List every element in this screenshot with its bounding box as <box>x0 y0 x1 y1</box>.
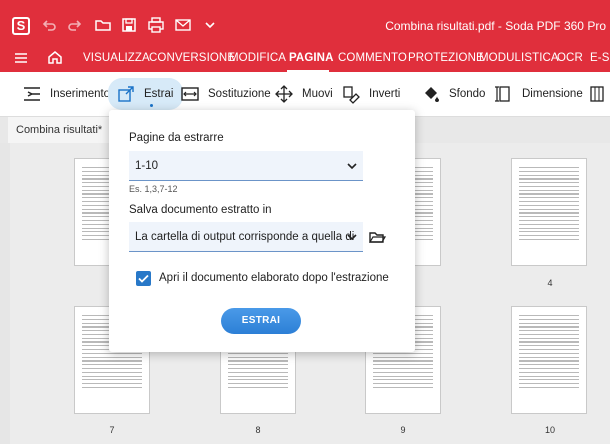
replace-label: Sostituzione <box>208 88 271 100</box>
menu-bar: VISUALIZZA CONVERSIONE MODIFICA PAGINA C… <box>0 44 610 72</box>
paint-bucket-icon <box>425 87 439 102</box>
title-bar: S Combina risultati.pdf - Soda PDF 360 P… <box>0 0 610 44</box>
size-tool[interactable]: Dimensione <box>494 80 583 108</box>
mail-icon[interactable] <box>174 16 194 36</box>
undo-icon[interactable] <box>40 16 60 36</box>
page-number: 7 <box>109 425 115 435</box>
document-tab[interactable]: Combina risultati* <box>8 117 112 143</box>
hamburger-icon[interactable] <box>12 49 32 69</box>
replace-icon <box>181 87 199 101</box>
menu-commento[interactable]: COMMENTO <box>338 52 407 64</box>
page-number: 10 <box>544 425 555 435</box>
menu-conversione[interactable]: CONVERSIONE <box>149 52 235 64</box>
pages-label: Pagine da estrarre <box>129 132 224 144</box>
page-number: 9 <box>400 425 406 435</box>
background-tool[interactable]: Sfondo <box>421 80 485 108</box>
extract-tool[interactable]: Estrai <box>108 78 184 110</box>
page-layout-icon <box>590 86 604 102</box>
pages-input[interactable]: 1-10 <box>129 151 363 181</box>
insert-tool[interactable]: Inserimento <box>22 80 110 108</box>
window-title: Combina risultati.pdf - Soda PDF 360 Pro <box>385 19 606 33</box>
menu-modifica[interactable]: MODIFICA <box>229 52 286 64</box>
checkmark-icon <box>138 274 149 283</box>
size-label: Dimensione <box>522 88 583 100</box>
insert-icon <box>24 87 40 101</box>
move-label: Muovi <box>302 88 333 100</box>
move-icon <box>275 85 293 103</box>
menu-ocr[interactable]: OCR <box>557 52 583 64</box>
chevron-down-icon <box>347 151 357 180</box>
menu-visualizza[interactable]: VISUALIZZA <box>83 52 150 64</box>
pages-value: 1-10 <box>135 160 159 172</box>
menu-modulistica[interactable]: MODULISTICA <box>479 52 559 64</box>
extract-button[interactable]: ESTRAI <box>221 308 301 334</box>
menu-esig[interactable]: E-SIG <box>590 52 610 64</box>
extract-label: Estrai <box>144 88 174 100</box>
insert-label: Inserimento <box>50 88 111 100</box>
move-tool[interactable]: Muovi <box>274 80 333 108</box>
home-icon[interactable] <box>46 48 66 68</box>
chevron-down-icon <box>347 222 357 251</box>
open-folder-icon[interactable] <box>94 16 114 36</box>
more-tool[interactable] <box>587 80 610 108</box>
app-logo[interactable]: S <box>12 17 30 35</box>
rotate-tool[interactable]: Inverti <box>341 80 400 108</box>
background-label: Sfondo <box>449 88 486 100</box>
size-icon <box>495 86 510 102</box>
page-thumbnail[interactable] <box>511 306 587 414</box>
print-icon[interactable] <box>147 16 167 36</box>
open-after-checkbox[interactable] <box>136 271 151 286</box>
save-location-label: Salva documento estratto in <box>129 204 272 216</box>
redo-icon[interactable] <box>66 16 86 36</box>
extract-popup: Pagine da estrarre 1-10 Es. 1,3,7-12 Sal… <box>109 110 415 352</box>
selected-tool-indicator <box>150 104 153 107</box>
rotate-icon <box>343 86 360 104</box>
chevron-down-icon[interactable] <box>202 16 222 36</box>
open-after-label[interactable]: Apri il documento elaborato dopo l'estra… <box>159 272 389 284</box>
replace-tool[interactable]: Sostituzione <box>180 80 271 108</box>
pages-hint: Es. 1,3,7-12 <box>129 184 178 194</box>
save-location-value: La cartella di output corrisponde a quel… <box>135 231 355 243</box>
save-location-select[interactable]: La cartella di output corrisponde a quel… <box>129 222 363 252</box>
menu-pagina[interactable]: PAGINA <box>289 52 333 64</box>
page-number: 8 <box>255 425 261 435</box>
page-thumbnail[interactable] <box>511 158 587 266</box>
extract-icon <box>118 86 134 102</box>
page-number: 4 <box>547 278 553 288</box>
menu-protezione[interactable]: PROTEZIONE <box>408 52 484 64</box>
rotate-label: Inverti <box>369 88 401 100</box>
browse-folder-icon[interactable] <box>368 228 388 248</box>
save-icon[interactable] <box>120 16 140 36</box>
